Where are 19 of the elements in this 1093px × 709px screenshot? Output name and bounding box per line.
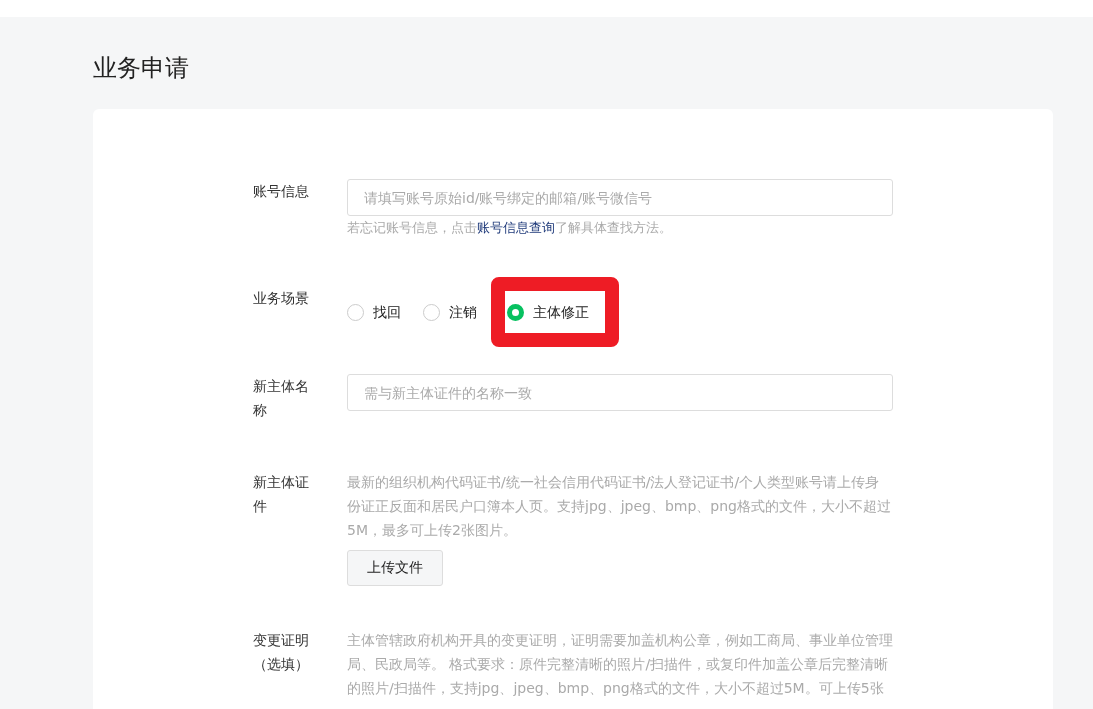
field-label: 新主体证件 <box>253 473 310 516</box>
radio-option[interactable]: 主体修正 <box>507 292 589 332</box>
radio-icon[interactable] <box>347 303 364 321</box>
field-label: 账号信息 <box>253 182 310 201</box>
field-label: 变更证明（选填） <box>253 631 310 674</box>
upload-button[interactable]: 上传文件 <box>347 550 443 586</box>
field-label: 业务场景 <box>253 289 310 308</box>
description-text: 最新的组织机构代码证书/统一社会信用代码证书/法人登记证书/个人类型账号请上传身份证正反面和居民户口簿本人页。支持jpg、jpeg、bmp、png格式的文件，大小不超过5M，最多可上传2张图片。 <box>347 473 892 540</box>
hint-text: 若忘记账号信息，点击账号信息查询了解具体查找方法。 <box>347 219 673 237</box>
radio-option[interactable]: 注销 <box>423 292 477 332</box>
field-label: 新主体名称 <box>253 377 310 420</box>
input-field[interactable]: 需与新主体证件的名称一致 <box>347 374 893 411</box>
page-title: 业务申请 <box>93 53 190 84</box>
radio-icon[interactable] <box>507 303 524 321</box>
input-field[interactable]: 请填写账号原始id/账号绑定的邮箱/账号微信号 <box>347 179 893 216</box>
account-lookup-link[interactable]: 账号信息查询 <box>477 220 555 235</box>
description-text: 主体管辖政府机构开具的变更证明，证明需要加盖机构公章，例如工商局、事业单位管理局、民政局等。 格式要求：原件完整清晰的照片/扫描件，或复印件加盖公章后完整清晰的照片/扫描件，支持jpg、jpeg、bmp、png格式的文件，大小不超过5M。可上传5张 <box>347 631 893 698</box>
radio-icon[interactable] <box>423 303 440 321</box>
radio-option[interactable]: 找回 <box>347 292 401 332</box>
